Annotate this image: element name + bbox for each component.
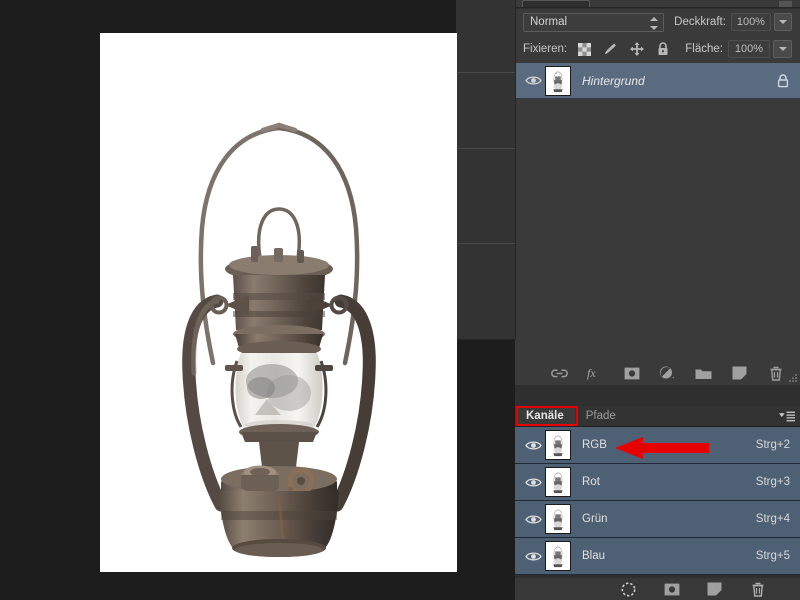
lock-label: Fixieren: (523, 43, 568, 55)
channel-shortcut-rot: Strg+3 (755, 476, 790, 488)
tab-pfade[interactable]: Pfade (575, 406, 627, 426)
channel-visibility-toggle[interactable] (521, 551, 545, 562)
layers-panel-footer: fx (515, 361, 800, 385)
lock-position-icon[interactable] (629, 42, 644, 57)
channel-row-rot[interactable]: Rot Strg+3 (515, 464, 800, 501)
channels-panel: Kanäle Pfade RGB Strg+2 Rot Strg+3 Grün … (515, 406, 800, 600)
add-layer-mask-icon[interactable] (623, 365, 640, 382)
channel-thumbnail[interactable] (545, 430, 571, 460)
opacity-value: 100% (736, 16, 765, 28)
adjustment-layer-icon[interactable] (659, 365, 676, 382)
tab-pfade-label: Pfade (585, 410, 616, 422)
layer-thumbnail[interactable] (545, 65, 571, 96)
channel-thumbnail[interactable] (545, 467, 571, 497)
menu-occluder-canvas (404, 33, 457, 340)
opacity-input[interactable]: 100% (730, 13, 771, 31)
chevron-down-icon (778, 20, 787, 24)
tab-kanaele[interactable]: Kanäle (515, 406, 575, 426)
channel-name-rot: Rot (582, 476, 600, 488)
layer-list: Hintergrund (515, 63, 800, 385)
blend-mode-row: Normal Deckkraft: 100% (515, 9, 800, 35)
chevron-down-icon (778, 47, 787, 51)
channel-thumbnail[interactable] (545, 541, 571, 571)
layer-visibility-toggle[interactable] (521, 75, 545, 86)
fill-dropdown-button[interactable] (773, 40, 792, 58)
lock-image-pixels-icon[interactable] (603, 42, 618, 57)
channel-name-blau: Blau (582, 550, 606, 562)
channels-panel-footer (515, 578, 800, 600)
channel-visibility-toggle[interactable] (521, 514, 545, 525)
channel-thumbnail-image (546, 431, 570, 459)
eye-icon (524, 514, 542, 524)
chevron-updown-icon[interactable] (650, 16, 659, 30)
layers-tab[interactable] (522, 0, 590, 7)
lock-all-icon[interactable] (655, 42, 670, 57)
layer-style-fx-icon[interactable]: fx (587, 365, 604, 382)
channel-row-rgb[interactable]: RGB Strg+2 (515, 427, 800, 464)
annotation-arrow-icon (585, 435, 710, 464)
panel-resize-grip[interactable] (788, 373, 798, 383)
panel-collapse-button[interactable] (779, 1, 792, 7)
right-panel-dock: Normal Deckkraft: 100% Fixieren: Fläche:… (515, 0, 800, 600)
channels-tabbar: Kanäle Pfade (515, 406, 800, 427)
channel-shortcut-rgb: Strg+2 (755, 439, 790, 451)
photoshop-window: ” en tz ” koll nen ” ; elder ” lvorga...… (0, 0, 800, 600)
channel-shortcut-gruen: Strg+4 (755, 513, 790, 525)
channel-shortcut-blau: Strg+5 (755, 550, 790, 562)
load-channel-as-selection-icon[interactable] (620, 581, 637, 598)
lock-row: Fixieren: Fläche: 100% (515, 35, 800, 63)
layers-panel-tabstrip (515, 0, 800, 8)
channel-thumbnail[interactable] (545, 504, 571, 534)
eye-icon (524, 440, 542, 450)
eye-icon (524, 477, 542, 487)
lantern-illustration (181, 122, 376, 557)
opacity-label: Deckkraft: (674, 16, 726, 28)
channel-row-gruen[interactable]: Grün Strg+4 (515, 501, 800, 538)
channel-thumbnail-image (546, 542, 570, 570)
channel-visibility-toggle[interactable] (521, 477, 545, 488)
channel-thumbnail-image (546, 505, 570, 533)
delete-channel-icon[interactable] (749, 581, 766, 598)
channel-row-blau[interactable]: Blau Strg+5 (515, 538, 800, 575)
layers-panel: Normal Deckkraft: 100% Fixieren: Fläche:… (515, 0, 800, 400)
new-channel-icon[interactable] (706, 581, 723, 598)
layer-locked-icon (774, 73, 792, 88)
menu-occluder-backdrop (404, 0, 456, 33)
opacity-dropdown-button[interactable] (773, 13, 792, 31)
fill-label: Fläche: (685, 43, 723, 55)
eye-icon (524, 76, 542, 85)
new-layer-icon[interactable] (731, 365, 748, 382)
save-selection-as-channel-icon[interactable] (663, 581, 680, 598)
channel-list: RGB Strg+2 Rot Strg+3 Grün Strg+4 Blau S… (515, 427, 800, 575)
layer-name[interactable]: Hintergrund (582, 74, 774, 88)
panel-menu-icon[interactable] (779, 410, 795, 422)
new-group-icon[interactable] (695, 365, 712, 382)
link-layers-icon[interactable] (551, 365, 568, 382)
layer-thumbnail-image (546, 66, 570, 95)
channel-name-gruen: Grün (582, 513, 608, 525)
tab-kanaele-label: Kanäle (526, 410, 564, 422)
delete-layer-icon[interactable] (767, 365, 784, 382)
fill-value: 100% (734, 43, 764, 55)
eye-icon (524, 551, 542, 561)
channel-visibility-toggle[interactable] (521, 440, 545, 451)
blend-mode-select[interactable]: Normal (523, 12, 665, 32)
layer-row-hintergrund[interactable]: Hintergrund (515, 63, 800, 99)
svg-text:fx: fx (587, 366, 596, 380)
fill-input[interactable]: 100% (728, 40, 770, 58)
lock-buttons (577, 42, 670, 57)
channel-thumbnail-image (546, 468, 570, 496)
blend-mode-value: Normal (530, 16, 568, 28)
lock-transparency-icon[interactable] (577, 42, 592, 57)
